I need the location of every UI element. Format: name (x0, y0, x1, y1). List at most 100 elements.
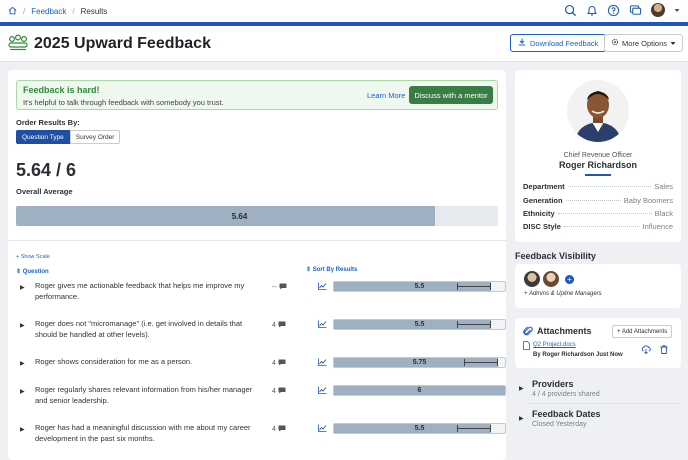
question-row[interactable]: ▶ Roger regularly shares relevant informa… (16, 384, 506, 420)
feedback-dates-subtitle: Closed Yesterday (532, 421, 587, 428)
sort-icon: ⇕ (306, 267, 312, 273)
top-bar: / Feedback / Results (0, 0, 688, 22)
chat-icon[interactable] (629, 4, 642, 17)
question-column-header[interactable]: ⇕ Question (16, 268, 49, 275)
question-row[interactable]: ▶ Roger has had a meaningful discussion w… (16, 422, 506, 458)
comment-count[interactable]: 4 (272, 321, 286, 330)
attribute-key: Generation (523, 196, 563, 205)
question-row[interactable]: ▶ Roger gives me actionable feedback that… (16, 280, 506, 316)
download-feedback-button[interactable]: Download Feedback (510, 34, 607, 52)
expand-icon: ▶ (519, 386, 524, 392)
viewer-avatar (524, 271, 540, 287)
download-cloud-icon[interactable] (641, 345, 651, 356)
more-options-button[interactable]: More Options (604, 34, 684, 52)
comment-count[interactable]: 4 (272, 425, 286, 434)
comment-icon (278, 359, 286, 368)
comment-count-value: 4 (272, 360, 276, 367)
attribute-value: Black (654, 209, 673, 218)
result-value: 5.5 (414, 321, 425, 328)
discuss-with-mentor-button[interactable]: Discuss with a mentor (409, 86, 493, 104)
comment-count[interactable]: -- (272, 283, 287, 292)
attribute-value: Influence (642, 222, 673, 231)
question-text: Roger gives me actionable feedback that … (35, 281, 245, 301)
feedback-dates-section[interactable]: ▶ Feedback Dates Closed Yesterday (515, 409, 681, 431)
result-bar: 5.5 (333, 281, 506, 292)
result-bar: 6 (333, 385, 506, 396)
comment-icon (278, 321, 286, 330)
feedback-dates-title: Feedback Dates (532, 409, 601, 419)
expand-icon[interactable]: ▶ (20, 322, 25, 329)
trend-chart-icon[interactable] (318, 386, 327, 396)
comment-icon (279, 283, 287, 292)
overall-score: 5.64 / 6 (16, 160, 77, 180)
breadcrumb-separator: / (72, 6, 75, 16)
sort-icon: ⇕ (16, 269, 22, 275)
trend-chart-icon[interactable] (318, 320, 327, 330)
question-row[interactable]: ▶ Roger does not "micromanage" (i.e. get … (16, 318, 506, 354)
result-value: 5.5 (414, 425, 425, 432)
providers-section[interactable]: ▶ Providers 4 / 4 providers shared (515, 379, 681, 401)
result-bar: 5.5 (333, 319, 506, 330)
overall-average-label: Overall Average (16, 187, 73, 196)
visibility-note: + Admins & Upline Managers (524, 291, 602, 297)
result-value: 5.75 (412, 359, 427, 366)
comment-count[interactable]: 4 (272, 387, 286, 396)
home-icon[interactable] (8, 6, 17, 17)
chevron-down-icon[interactable] (674, 8, 680, 13)
page-header: 2025 Upward Feedback Download Feedback M… (0, 26, 688, 62)
comment-count[interactable]: 4 (272, 359, 286, 368)
breadcrumb-feedback[interactable]: Feedback (31, 7, 66, 16)
add-attachments-button[interactable]: + Add Attachments (612, 325, 673, 338)
results-panel: Feedback is hard! It's helpful to talk t… (8, 70, 506, 460)
section-divider (530, 403, 680, 404)
attachments-card: Attachments + Add Attachments Q2 Project… (515, 318, 681, 368)
attribute-value: Sales (654, 182, 673, 191)
question-text: Roger regularly shares relevant informat… (35, 385, 253, 405)
gear-icon (611, 38, 619, 48)
more-options-label: More Options (622, 38, 668, 48)
show-scale-link[interactable]: + Show Scale (16, 254, 50, 260)
download-icon (518, 38, 526, 48)
overall-average-value: 5.64 (231, 211, 248, 221)
sort-header-label: Sort By Results (312, 267, 358, 273)
trend-chart-icon[interactable] (318, 282, 327, 292)
banner-subtitle: It's helpful to talk through feedback wi… (23, 98, 224, 107)
learn-more-link[interactable]: Learn More (367, 91, 405, 100)
expand-icon[interactable]: ▶ (20, 284, 25, 291)
section-divider (8, 240, 506, 241)
result-bar: 5.75 (333, 357, 506, 368)
expand-icon: ▶ (519, 416, 524, 422)
expand-icon[interactable]: ▶ (20, 426, 25, 433)
trend-chart-icon[interactable] (318, 424, 327, 434)
attribute-key: Department (523, 182, 565, 191)
profile-card: Chief Revenue Officer Roger Richardson D… (515, 70, 681, 242)
attribute-value: Baby Boomers (623, 196, 673, 205)
order-toggle: Question Type Survey Order (16, 130, 121, 144)
add-viewer-icon[interactable]: + (565, 275, 574, 284)
breadcrumb-separator: / (23, 6, 26, 16)
order-question-type[interactable]: Question Type (16, 130, 70, 144)
order-survey-order[interactable]: Survey Order (69, 130, 121, 144)
bell-icon[interactable] (586, 4, 598, 17)
comment-count-value: -- (272, 284, 277, 291)
trash-icon[interactable] (660, 345, 668, 356)
comment-count-value: 4 (272, 388, 276, 395)
sort-by-results-header[interactable]: ⇕ Sort By Results (306, 266, 357, 273)
visibility-title: Feedback Visibility (515, 251, 596, 261)
expand-icon[interactable]: ▶ (20, 388, 25, 395)
search-icon[interactable] (564, 4, 577, 17)
name-underline (585, 174, 611, 176)
profile-role: Chief Revenue Officer (563, 152, 633, 159)
user-avatar[interactable] (651, 3, 665, 17)
attachment-file-link[interactable]: Q2 Project.docs (533, 342, 576, 348)
question-header-label: Question (22, 269, 49, 275)
order-results-label: Order Results By: (16, 118, 80, 127)
expand-icon[interactable]: ▶ (20, 360, 25, 367)
comment-count-value: 4 (272, 322, 276, 329)
attribute-row: Department Sales (523, 182, 673, 191)
trend-chart-icon[interactable] (318, 358, 327, 368)
providers-subtitle: 4 / 4 providers shared (532, 391, 600, 398)
attribute-row: Ethnicity Black (523, 209, 673, 218)
help-icon[interactable] (607, 4, 620, 17)
breadcrumb: / Feedback / Results (8, 6, 107, 17)
